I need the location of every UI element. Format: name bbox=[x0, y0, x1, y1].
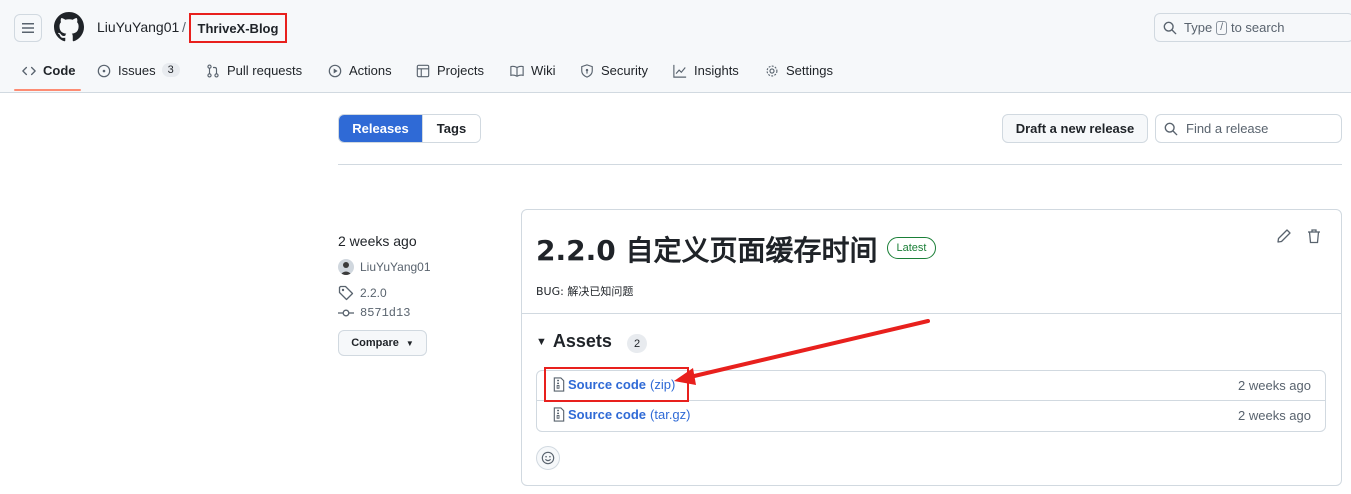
latest-badge: Latest bbox=[887, 237, 936, 259]
release-tag-link[interactable]: 2.2.0 bbox=[338, 285, 387, 301]
compare-dropdown[interactable]: Compare ▼ bbox=[338, 330, 427, 356]
compare-label: Compare bbox=[351, 337, 399, 349]
release-tag: 2.2.0 bbox=[360, 286, 387, 300]
shield-icon bbox=[581, 64, 593, 78]
tab-issues[interactable]: Issues 3 bbox=[97, 56, 180, 93]
tag-icon bbox=[338, 285, 354, 301]
table-icon bbox=[416, 64, 430, 78]
graph-icon bbox=[673, 64, 687, 78]
assets-heading: Assets bbox=[552, 331, 612, 351]
tab-insights[interactable]: Insights bbox=[673, 56, 739, 93]
tab-settings-label: Settings bbox=[786, 63, 833, 78]
tab-code[interactable]: Code bbox=[22, 56, 76, 93]
active-tab-indicator bbox=[14, 89, 81, 91]
draft-release-button[interactable]: Draft a new release bbox=[1002, 114, 1148, 143]
github-logo-icon[interactable] bbox=[54, 12, 84, 42]
tab-actions[interactable]: Actions bbox=[328, 56, 392, 93]
issues-count-badge: 3 bbox=[161, 63, 180, 77]
releases-tags-toggle: Releases Tags bbox=[338, 114, 481, 143]
play-icon bbox=[328, 64, 342, 78]
annotation-highlight-box bbox=[544, 367, 689, 402]
tab-projects-label: Projects bbox=[437, 63, 484, 78]
release-notes: BUG: 解决已知问题 bbox=[536, 285, 634, 298]
tab-pull-requests-label: Pull requests bbox=[227, 63, 303, 78]
global-search-input[interactable]: Type / to search bbox=[1154, 13, 1351, 42]
search-prefix-text: Type bbox=[1184, 20, 1213, 35]
release-title[interactable]: 2.2.0 自定义页面缓存时间 bbox=[536, 229, 877, 269]
tab-wiki[interactable]: Wiki bbox=[510, 56, 556, 93]
tags-tab-button[interactable]: Tags bbox=[422, 115, 480, 142]
card-divider bbox=[522, 313, 1341, 314]
tab-security-label: Security bbox=[601, 63, 648, 78]
repo-name-label: ThriveX-Blog bbox=[197, 20, 279, 36]
subnav-divider bbox=[338, 164, 1342, 165]
assets-count-badge: 2 bbox=[627, 334, 647, 353]
tab-wiki-label: Wiki bbox=[531, 63, 556, 78]
tab-pull-requests[interactable]: Pull requests bbox=[206, 56, 302, 93]
pencil-icon[interactable] bbox=[1276, 228, 1292, 244]
commit-icon bbox=[338, 309, 354, 317]
asset-name: Source code bbox=[568, 407, 647, 422]
repo-name-link[interactable]: ThriveX-Blog bbox=[189, 13, 287, 43]
pull-request-icon bbox=[207, 64, 219, 78]
tab-issues-label: Issues bbox=[118, 63, 156, 78]
issue-icon bbox=[97, 64, 111, 78]
trash-icon[interactable] bbox=[1306, 228, 1322, 244]
avatar bbox=[338, 259, 354, 275]
search-icon bbox=[1164, 122, 1178, 135]
repo-header: LiuYuYang01 / ThriveX-Blog Type / to sea… bbox=[0, 0, 1351, 93]
asset-extension: (tar.gz) bbox=[650, 407, 691, 422]
releases-tab-button[interactable]: Releases bbox=[339, 115, 422, 142]
release-author-name: LiuYuYang01 bbox=[360, 260, 431, 274]
menu-button[interactable] bbox=[14, 14, 42, 42]
tab-code-label: Code bbox=[43, 63, 76, 78]
tab-projects[interactable]: Projects bbox=[416, 56, 484, 93]
release-author[interactable]: LiuYuYang01 bbox=[338, 259, 431, 275]
gear-icon bbox=[766, 65, 778, 77]
book-icon bbox=[510, 65, 524, 77]
caret-down-icon: ▼ bbox=[536, 335, 547, 348]
tab-insights-label: Insights bbox=[694, 63, 739, 78]
hamburger-icon bbox=[22, 23, 34, 33]
tab-actions-label: Actions bbox=[349, 63, 392, 78]
code-icon bbox=[22, 66, 36, 76]
find-release-placeholder: Find a release bbox=[1186, 121, 1269, 136]
search-suffix-text: to search bbox=[1230, 20, 1285, 35]
repo-owner-link[interactable]: LiuYuYang01 bbox=[97, 19, 179, 35]
add-reaction-button[interactable] bbox=[536, 446, 560, 470]
release-commit-link[interactable]: 8571d13 bbox=[338, 305, 410, 321]
asset-time: 2 weeks ago bbox=[1238, 378, 1311, 393]
release-commit: 8571d13 bbox=[360, 306, 411, 320]
smiley-icon bbox=[541, 451, 555, 465]
tab-settings[interactable]: Settings bbox=[765, 56, 833, 93]
search-icon bbox=[1163, 21, 1177, 34]
find-release-input[interactable]: Find a release bbox=[1155, 114, 1342, 143]
file-zip-icon bbox=[553, 407, 565, 422]
search-shortcut-key: / bbox=[1216, 20, 1227, 35]
chevron-down-icon: ▼ bbox=[405, 338, 414, 348]
asset-source-targz[interactable]: Source code (tar.gz) bbox=[552, 407, 691, 422]
asset-time: 2 weeks ago bbox=[1238, 408, 1311, 423]
release-date: 2 weeks ago bbox=[338, 233, 417, 249]
assets-toggle[interactable]: ▼ Assets bbox=[536, 331, 612, 352]
tab-security[interactable]: Security bbox=[580, 56, 648, 93]
path-separator: / bbox=[182, 19, 186, 35]
